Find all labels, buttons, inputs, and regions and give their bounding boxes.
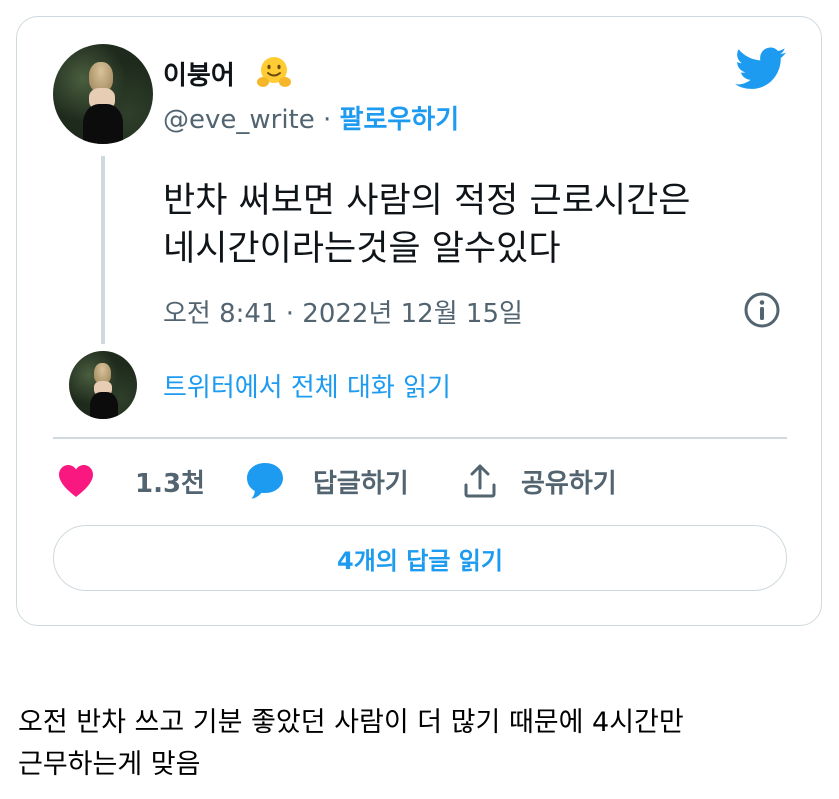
handle-separator: · — [314, 105, 340, 135]
like-button[interactable]: 1.3천 — [57, 461, 205, 501]
share-button[interactable]: 공유하기 — [463, 461, 617, 501]
like-count: 1.3천 — [135, 468, 205, 499]
follow-button[interactable]: 팔로우하기 — [340, 105, 460, 135]
author-handle-row: @eve_write · 팔로우하기 — [163, 99, 459, 136]
thread-line — [101, 156, 105, 344]
twitter-bird-icon[interactable] — [735, 47, 787, 91]
author-handle[interactable]: @eve_write — [163, 105, 315, 135]
author-avatar-small[interactable] — [69, 351, 137, 419]
info-icon[interactable] — [743, 291, 781, 329]
heart-icon — [59, 465, 93, 497]
share-icon — [464, 464, 496, 498]
tweet-text-line: 반차 써보면 사람의 적정 근로시간은 — [163, 181, 691, 221]
tweet-embed-card: 이붕어 @eve_write · 팔로우하기 반차 써보면 사람의 적정 근로시… — [16, 16, 822, 626]
speech-bubble-icon — [247, 463, 283, 499]
divider — [53, 437, 787, 439]
reply-label: 답글하기 — [313, 468, 409, 499]
tweet-timestamp[interactable]: 오전 8:41 · 2022년 12월 15일 — [163, 293, 523, 330]
author-avatar[interactable] — [53, 44, 153, 144]
share-label: 공유하기 — [521, 468, 617, 499]
tweet-text: 반차 써보면 사람의 적정 근로시간은 네시간이라는것을 알수있다 — [163, 177, 803, 273]
reply-button[interactable]: 답글하기 — [245, 461, 409, 501]
tweet-text-line: 네시간이라는것을 알수있다 — [163, 229, 561, 269]
post-caption: 오전 반차 쓰고 기분 좋았던 사람이 더 많기 때문에 4시간만 근무하는게 … — [18, 702, 828, 786]
author-name[interactable]: 이붕어 — [163, 55, 235, 92]
caption-line: 근무하는게 맞음 — [18, 749, 201, 780]
read-full-conversation-link[interactable]: 트위터에서 전체 대화 읽기 — [163, 367, 451, 404]
read-replies-button[interactable]: 4개의 답글 읽기 — [53, 525, 787, 591]
smiling-face-with-open-hands-emoji — [257, 57, 291, 87]
caption-line: 오전 반차 쓰고 기분 좋았던 사람이 더 많기 때문에 4시간만 — [18, 707, 684, 738]
read-replies-label: 4개의 답글 읽기 — [337, 546, 503, 575]
